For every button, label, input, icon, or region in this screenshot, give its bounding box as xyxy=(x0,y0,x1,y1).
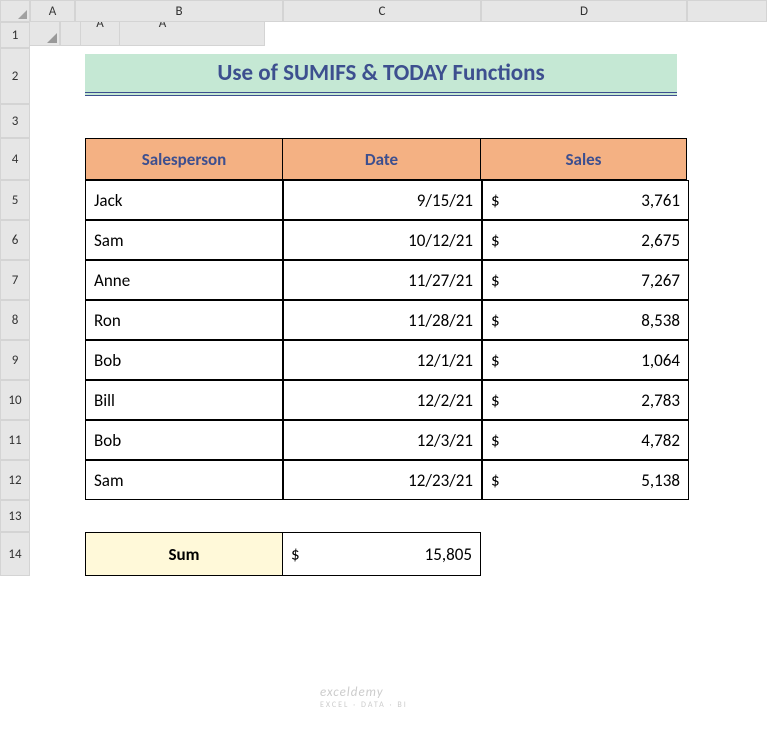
row-13[interactable]: 13 xyxy=(0,500,30,532)
row-14[interactable]: 14 xyxy=(0,532,30,576)
row-1[interactable]: 1 xyxy=(0,22,30,48)
cell-sales[interactable]: $2,783 xyxy=(482,380,689,420)
cell-name[interactable]: Sam xyxy=(85,460,283,500)
cell-name[interactable]: Bob xyxy=(85,420,283,460)
col-header-b[interactable]: B xyxy=(75,0,283,22)
row-10[interactable]: 10 xyxy=(0,380,30,420)
cell-sales[interactable]: $3,761 xyxy=(482,180,689,220)
watermark-sub: EXCEL · DATA · BI xyxy=(320,700,408,710)
header-salesperson[interactable]: Salesperson xyxy=(85,138,283,180)
cell-date[interactable]: 11/27/21 xyxy=(283,260,482,300)
row-3[interactable]: 3 xyxy=(0,104,30,138)
cell-name[interactable]: Anne xyxy=(85,260,283,300)
row-4[interactable]: 4 xyxy=(0,138,30,180)
sheet: A B C D 1 2 3 4 5 6 7 8 9 10 11 12 13 14… xyxy=(0,0,767,735)
cell-sales[interactable]: $1,064 xyxy=(482,340,689,380)
row-8[interactable]: 8 xyxy=(0,300,30,340)
row-7[interactable]: 7 xyxy=(0,260,30,300)
sum-value[interactable]: $ 15,805 xyxy=(282,532,481,576)
cell-sales[interactable]: $7,267 xyxy=(482,260,689,300)
cell-date[interactable]: 10/12/21 xyxy=(283,220,482,260)
row-5[interactable]: 5 xyxy=(0,180,30,220)
cell-date[interactable]: 11/28/21 xyxy=(283,300,482,340)
cell-name[interactable]: Bob xyxy=(85,340,283,380)
cell-sales[interactable]: $4,782 xyxy=(482,420,689,460)
data-rows: Jack 9/15/21 $3,761 Sam 10/12/21 $2,675 … xyxy=(85,180,689,500)
cell-sales[interactable]: $2,675 xyxy=(482,220,689,260)
row-2[interactable]: 2 xyxy=(0,48,30,104)
col-header-d[interactable]: D xyxy=(481,0,687,22)
col-header-blank[interactable] xyxy=(687,0,767,22)
cell-date[interactable]: 12/1/21 xyxy=(283,340,482,380)
row-6[interactable]: 6 xyxy=(0,220,30,260)
watermark-main: exceldemy xyxy=(320,685,408,700)
cell-sales[interactable]: $8,538 xyxy=(482,300,689,340)
watermark: exceldemy EXCEL · DATA · BI xyxy=(320,685,408,710)
cell-date[interactable]: 9/15/21 xyxy=(283,180,482,220)
cell-name[interactable]: Jack xyxy=(85,180,283,220)
row-9[interactable]: 9 xyxy=(0,340,30,380)
header-sales[interactable]: Sales xyxy=(480,138,687,180)
select-all-btn[interactable] xyxy=(0,0,30,22)
cell-name[interactable]: Ron xyxy=(85,300,283,340)
title-text: Use of SUMIFS & TODAY Functions xyxy=(217,59,544,87)
title-banner: Use of SUMIFS & TODAY Functions xyxy=(85,54,677,96)
cell-date[interactable]: 12/3/21 xyxy=(283,420,482,460)
row-12[interactable]: 12 xyxy=(0,460,30,500)
sum-label[interactable]: Sum xyxy=(85,532,283,576)
cell-name[interactable]: Bill xyxy=(85,380,283,420)
row-11[interactable]: 11 xyxy=(0,420,30,460)
cell-date[interactable]: 12/2/21 xyxy=(283,380,482,420)
header-date[interactable]: Date xyxy=(282,138,481,180)
sum-amount: 15,805 xyxy=(425,544,472,565)
cell-date[interactable]: 12/23/21 xyxy=(283,460,482,500)
cell-sales[interactable]: $5,138 xyxy=(482,460,689,500)
col-header-a[interactable]: A xyxy=(30,0,75,22)
cell-name[interactable]: Sam xyxy=(85,220,283,260)
sum-currency: $ xyxy=(291,544,300,565)
col-header-c[interactable]: C xyxy=(283,0,481,22)
